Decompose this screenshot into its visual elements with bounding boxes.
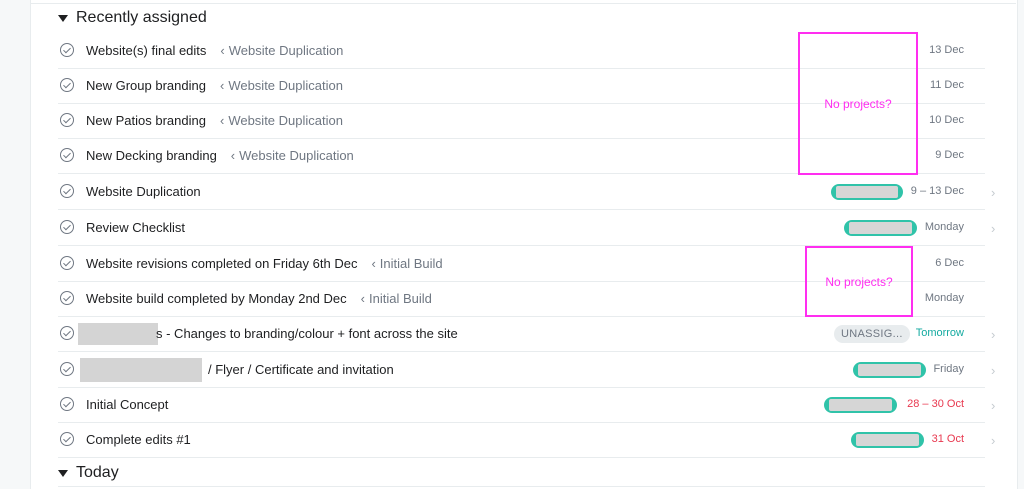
project-pill[interactable] <box>851 432 924 448</box>
due-date[interactable]: Monday <box>925 292 964 304</box>
due-date[interactable]: 13 Dec <box>929 44 964 56</box>
parent-task-link[interactable]: ‹ Initial Build <box>361 291 432 306</box>
check-circle-icon[interactable] <box>60 148 74 162</box>
project-pill[interactable] <box>853 362 926 378</box>
annotation-box: No projects? <box>805 246 913 317</box>
chevron-right-icon[interactable]: › <box>991 398 999 413</box>
task-name[interactable]: Initial Concept <box>86 397 168 412</box>
redacted-project-name <box>849 222 912 234</box>
caret-down-icon[interactable] <box>58 14 68 22</box>
task-name[interactable]: Complete edits #1 <box>86 432 191 447</box>
project-pill[interactable] <box>844 220 917 236</box>
redacted-text <box>78 323 158 345</box>
task-name[interactable]: s - Changes to branding/colour + font ac… <box>156 326 458 341</box>
task-name[interactable]: Review Checklist <box>86 220 185 235</box>
parent-task-link[interactable]: ‹ Website Duplication <box>220 43 343 58</box>
divider <box>58 486 985 487</box>
task-row[interactable]: Review Checklist Monday <box>58 211 985 246</box>
chevron-right-icon[interactable]: › <box>991 221 999 236</box>
check-circle-icon[interactable] <box>60 78 74 92</box>
task-row[interactable]: Complete edits #1 31 Oct <box>58 423 985 458</box>
due-date[interactable]: 11 Dec <box>930 79 964 91</box>
check-circle-icon[interactable] <box>60 220 74 234</box>
project-pill[interactable] <box>824 397 897 413</box>
section-title: Today <box>76 464 119 481</box>
task-name[interactable]: / Flyer / Certificate and invitation <box>208 362 394 377</box>
due-date[interactable]: Tomorrow <box>916 327 964 339</box>
due-date[interactable]: 6 Dec <box>935 257 964 269</box>
task-name[interactable]: Website(s) final edits ‹ Website Duplicati… <box>86 43 343 58</box>
redacted-project-name <box>856 434 919 446</box>
parent-task-link[interactable]: ‹ Website Duplication <box>220 78 343 93</box>
due-date[interactable]: 9 Dec <box>935 149 964 161</box>
check-circle-icon[interactable] <box>60 291 74 305</box>
due-date[interactable]: Friday <box>933 363 964 375</box>
parent-task-link[interactable]: ‹ Website Duplication <box>220 113 343 128</box>
task-name[interactable]: New Decking branding ‹ Website Duplication <box>86 148 354 163</box>
section-header-recently-assigned[interactable]: Recently assigned <box>58 6 207 30</box>
chevron-right-icon[interactable]: › <box>991 433 999 448</box>
task-row[interactable]: / Flyer / Certificate and invitation Fri… <box>58 353 985 388</box>
chevron-right-icon[interactable]: › <box>991 327 999 342</box>
section-header-today[interactable]: Today <box>58 461 119 485</box>
redacted-text <box>80 358 202 382</box>
task-name[interactable]: Website revisions completed on Friday 6t… <box>86 256 443 271</box>
annotation-box: No projects? <box>798 32 918 175</box>
task-row[interactable]: Website Duplication 9 – 13 Dec <box>58 175 985 210</box>
chevron-right-icon[interactable]: › <box>991 363 999 378</box>
due-date[interactable]: Monday <box>925 221 964 233</box>
task-name[interactable]: New Group branding ‹ Website Duplication <box>86 78 343 93</box>
divider <box>30 3 1016 4</box>
check-circle-icon[interactable] <box>60 184 74 198</box>
check-circle-icon[interactable] <box>60 43 74 57</box>
check-circle-icon[interactable] <box>60 256 74 270</box>
check-circle-icon[interactable] <box>60 362 74 376</box>
project-pill[interactable] <box>831 184 903 200</box>
redacted-project-name <box>836 186 898 198</box>
task-name[interactable]: Website build completed by Monday 2nd De… <box>86 291 432 306</box>
caret-down-icon[interactable] <box>58 469 68 477</box>
due-date[interactable]: 9 – 13 Dec <box>911 185 964 197</box>
task-name[interactable]: New Patios branding ‹ Website Duplication <box>86 113 343 128</box>
due-date[interactable]: 31 Oct <box>932 433 964 445</box>
check-circle-icon[interactable] <box>60 113 74 127</box>
redacted-project-name <box>829 399 892 411</box>
check-circle-icon[interactable] <box>60 432 74 446</box>
task-row[interactable]: Initial Concept 28 – 30 Oct <box>58 388 985 423</box>
due-date[interactable]: 28 – 30 Oct <box>907 398 964 410</box>
task-name[interactable]: Website Duplication <box>86 184 201 199</box>
task-row[interactable]: s - Changes to branding/colour + font ac… <box>58 317 985 352</box>
redacted-project-name <box>858 364 921 376</box>
section-title: Recently assigned <box>76 9 207 26</box>
check-circle-icon[interactable] <box>60 326 74 340</box>
chevron-right-icon[interactable]: › <box>991 185 999 200</box>
annotation-text: No projects? <box>825 274 893 289</box>
check-circle-icon[interactable] <box>60 397 74 411</box>
parent-task-link[interactable]: ‹ Website Duplication <box>231 148 354 163</box>
unassigned-badge[interactable]: UNASSIG... <box>834 325 910 343</box>
annotation-text: No projects? <box>824 96 892 111</box>
parent-task-link[interactable]: ‹ Initial Build <box>371 256 442 271</box>
due-date[interactable]: 10 Dec <box>929 114 964 126</box>
